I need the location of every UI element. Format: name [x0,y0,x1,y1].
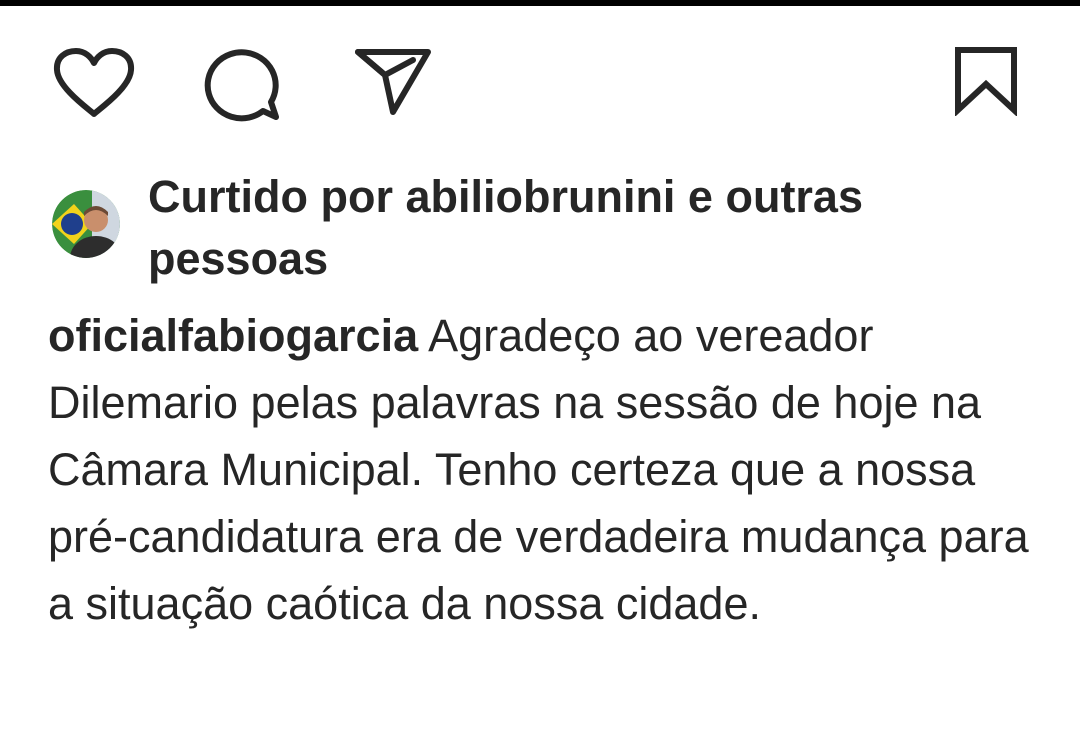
avatar[interactable] [52,190,120,258]
caption-username[interactable]: oficialfabiogarcia [48,310,418,361]
comment-icon[interactable] [203,46,283,122]
heart-icon[interactable] [52,46,136,120]
liked-by-row[interactable]: Curtido por abiliobrunini e outras pesso… [52,166,1042,286]
share-icon[interactable] [353,46,433,118]
bookmark-icon[interactable] [952,46,1020,116]
liked-by-text[interactable]: Curtido por abiliobrunini e outras pesso… [148,166,1008,290]
post-caption: oficialfabiogarcia Agradeço ao vereador … [48,302,1043,637]
top-border [0,0,1080,6]
